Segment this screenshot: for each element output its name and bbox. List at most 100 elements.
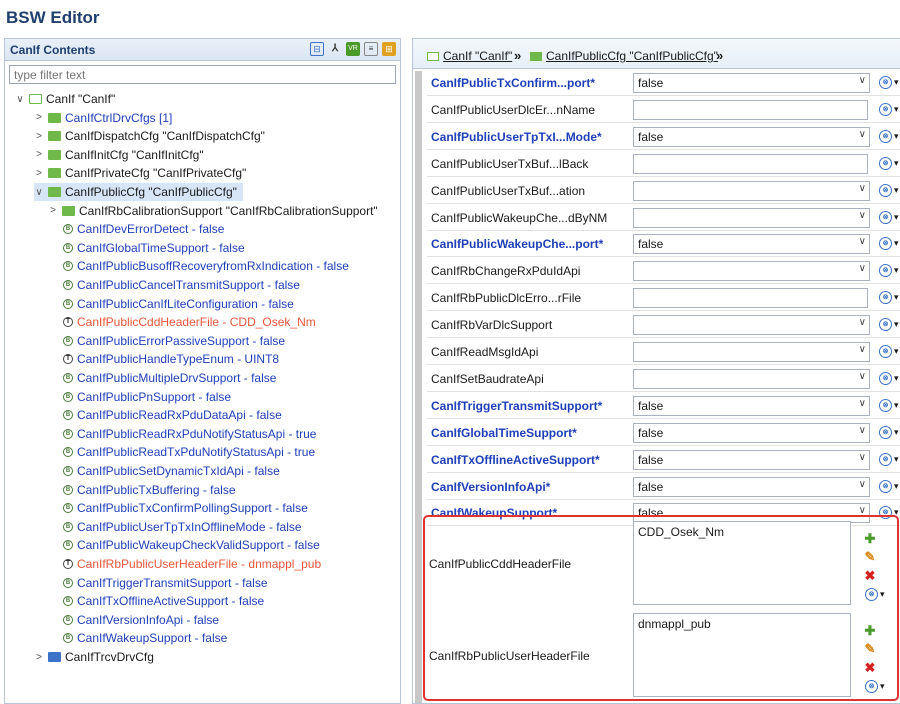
breadcrumb-item-publiccfg[interactable]: CanIfPublicCfg "CanIfPublicCfg" (546, 49, 718, 63)
reset-icon[interactable]: ⊗ (879, 452, 892, 466)
more-options-icon[interactable]: ▾ (894, 373, 899, 384)
tree-item[interactable]: > CanIfPrivateCfg "CanIfPrivateCfg" (34, 164, 246, 182)
more-options-icon[interactable]: ▾ (894, 427, 899, 438)
parameter-select[interactable]: false ∨ (633, 234, 870, 255)
chevron-right-icon[interactable]: > (34, 112, 44, 123)
tree-item[interactable]: B CanIfGlobalTimeSupport - false (63, 239, 245, 257)
tree-item[interactable]: B CanIfPublicTxConfirmPollingSupport - fa… (63, 499, 308, 517)
reset-icon[interactable]: ⊗ (879, 129, 892, 143)
add-icon[interactable]: ✚ (863, 531, 877, 547)
chevron-down-icon[interactable]: ∨ (859, 425, 866, 436)
chevron-down-icon[interactable]: ∨ (859, 183, 866, 194)
parameter-select[interactable]: ∨ (633, 207, 870, 228)
reset-icon[interactable]: ⊗ (865, 680, 878, 693)
reset-icon[interactable]: ⊗ (879, 183, 892, 197)
grid-view-icon[interactable]: ⊞ (382, 42, 396, 56)
chevron-down-icon[interactable]: ∨ (859, 452, 866, 463)
reset-icon[interactable]: ⊗ (879, 237, 892, 251)
tree-item[interactable]: B CanIfPublicBusoffRecoveryfromRxIndicati… (63, 257, 349, 275)
tree-item[interactable]: > CanIfTrcvDrvCfg (34, 648, 154, 666)
tree-item[interactable]: > CanIfDispatchCfg "CanIfDispatchCfg" (34, 127, 265, 145)
chevron-down-icon[interactable]: ∨ (859, 263, 866, 274)
tree-item[interactable]: B CanIfVersionInfoApi - false (63, 611, 219, 629)
reset-icon[interactable]: ⊗ (879, 102, 892, 116)
tree-item[interactable]: ∨ CanIf "CanIf" (15, 90, 115, 108)
tree-item[interactable]: T CanIfRbPublicUserHeaderFile - dnmappl_p… (63, 555, 321, 573)
more-options-icon[interactable]: ▾ (894, 77, 899, 88)
chevron-right-icon[interactable]: > (34, 168, 44, 179)
tree-item[interactable]: B CanIfWakeupSupport - false (63, 629, 227, 647)
tree-item[interactable]: B CanIfPublicMultipleDrvSupport - false (63, 369, 276, 387)
tree-item[interactable]: B CanIfTriggerTransmitSupport - false (63, 574, 268, 592)
chevron-down-icon[interactable]: ∨ (859, 210, 866, 221)
add-icon[interactable]: ✚ (863, 623, 877, 639)
parameter-select[interactable]: false ∨ (633, 126, 870, 147)
parameter-select[interactable]: false ∨ (633, 422, 870, 443)
tree-filter-input[interactable] (9, 65, 396, 84)
reset-icon[interactable]: ⊗ (879, 345, 892, 358)
more-options-icon[interactable]: ▾ (894, 400, 899, 411)
filter-icon[interactable]: VR (346, 42, 360, 56)
tree-item[interactable]: B CanIfDevErrorDetect - false (63, 220, 224, 238)
chevron-right-icon[interactable]: > (34, 652, 44, 663)
reset-icon[interactable]: ⊗ (879, 291, 892, 305)
tree-item[interactable]: B CanIfPublicWakeupCheckValidSupport - fa… (63, 536, 320, 554)
properties-scrollbar[interactable] (415, 71, 422, 703)
more-options-icon[interactable]: ▾ (894, 265, 899, 276)
tree-item[interactable]: B CanIfPublicUserTpTxInOfflineMode - fals… (63, 518, 302, 536)
parameter-select[interactable]: ∨ (633, 315, 870, 336)
parameter-select[interactable]: ∨ (633, 180, 870, 201)
parameter-select[interactable]: false ∨ (633, 476, 870, 497)
chevron-right-icon[interactable]: > (34, 149, 44, 160)
tree-item[interactable]: B CanIfPublicReadRxPduDataApi - false (63, 406, 282, 424)
more-options-icon[interactable]: ▾ (894, 346, 899, 357)
reset-icon[interactable]: ⊗ (879, 210, 892, 224)
tree-item[interactable]: B CanIfPublicCancelTransmitSupport - fals… (63, 276, 300, 294)
tree-item[interactable]: T CanIfPublicHandleTypeEnum - UINT8 (63, 350, 279, 368)
parameter-input[interactable] (633, 153, 868, 174)
tree-item[interactable]: B CanIfPublicTxBuffering - false (63, 481, 236, 499)
tree-item[interactable]: T CanIfPublicCddHeaderFile - CDD_Osek_Nm (63, 313, 316, 331)
reset-icon[interactable]: ⊗ (879, 318, 892, 332)
parameter-select[interactable]: false ∨ (633, 395, 870, 416)
document-icon[interactable]: ≡ (364, 42, 378, 56)
parameter-select[interactable]: ∨ (633, 342, 870, 362)
more-options-icon[interactable]: ▾ (894, 158, 899, 169)
tree-item[interactable]: B CanIfPublicReadTxPduNotifyStatusApi - t… (63, 443, 315, 461)
more-options-icon[interactable]: ▾ (894, 481, 899, 492)
more-options-icon[interactable]: ▾ (894, 104, 899, 115)
more-options-icon[interactable]: ▾ (894, 131, 899, 142)
edit-icon[interactable]: ✎ (863, 549, 877, 565)
chevron-down-icon[interactable]: ∨ (859, 344, 866, 355)
more-options-icon[interactable]: ▾ (880, 589, 885, 600)
chevron-right-icon[interactable]: > (48, 205, 58, 216)
more-options-icon[interactable]: ▾ (894, 185, 899, 196)
chevron-down-icon[interactable]: ∨ (859, 75, 866, 86)
chevron-down-icon[interactable]: ∨ (859, 317, 866, 328)
chevron-down-icon[interactable]: ∨ (859, 129, 866, 140)
tree-item[interactable]: > CanIfRbCalibrationSupport "CanIfRbCalib… (48, 202, 378, 220)
tree-item[interactable]: > CanIfInitCfg "CanIfInitCfg" (34, 146, 204, 164)
tree-item[interactable]: B CanIfPublicErrorPassiveSupport - false (63, 332, 285, 350)
reset-icon[interactable]: ⊗ (879, 76, 892, 89)
breadcrumb-more[interactable]: » (716, 48, 723, 63)
chevron-down-icon[interactable]: ∨ (859, 398, 866, 409)
breadcrumb-item-canif[interactable]: CanIf "CanIf" (443, 49, 512, 63)
reset-icon[interactable]: ⊗ (879, 425, 892, 439)
more-options-icon[interactable]: ▾ (894, 319, 899, 330)
reset-icon[interactable]: ⊗ (879, 479, 892, 493)
collapse-all-icon[interactable]: ⊟ (310, 42, 324, 56)
delete-icon[interactable]: ✖ (863, 660, 877, 676)
parameter-select[interactable]: ∨ (633, 368, 870, 389)
tree-item[interactable]: > CanIfCtrlDrvCfgs [1] (34, 109, 172, 127)
chevron-down-icon[interactable]: ∨ (34, 187, 44, 198)
link-editor-icon[interactable]: ⅄ (328, 42, 342, 56)
tree-item[interactable]: B CanIfTxOfflineActiveSupport - false (63, 592, 264, 610)
chevron-down-icon[interactable]: ∨ (859, 236, 866, 247)
reset-icon[interactable]: ⊗ (879, 398, 892, 412)
tree-item[interactable]: B CanIfPublicSetDynamicTxIdApi - false (63, 462, 280, 480)
tree-item[interactable]: ∨ CanIfPublicCfg "CanIfPublicCfg" (34, 183, 243, 201)
more-options-icon[interactable]: ▾ (880, 681, 885, 692)
more-options-icon[interactable]: ▾ (894, 292, 899, 303)
more-options-icon[interactable]: ▾ (894, 454, 899, 465)
